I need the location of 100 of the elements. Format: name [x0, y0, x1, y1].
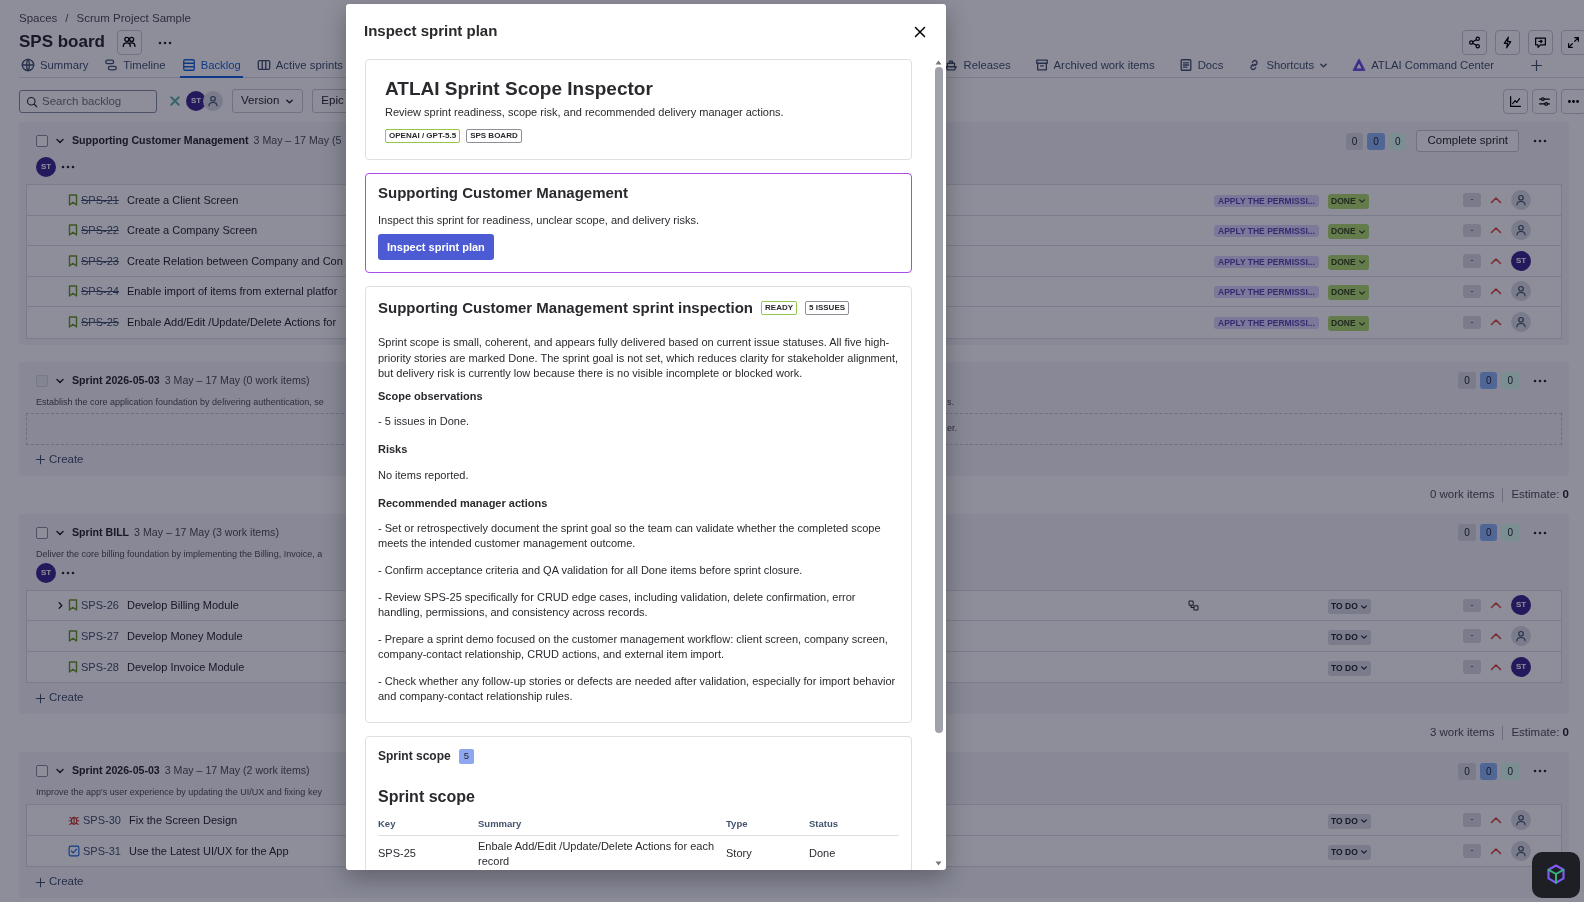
- status-dropdown[interactable]: DONE: [1328, 254, 1369, 270]
- avatar[interactable]: ST: [1511, 656, 1531, 677]
- chevron-down-icon: [1359, 848, 1368, 857]
- checkbox[interactable]: [36, 765, 48, 777]
- summary-paragraph: Sprint scope is small, coherent, and appears fully delivered based on current issue statuses. All five high-priority stories are marked Done. The sprint goal is not set, which reduces clarity for stakeholder alignment, but delivery risk is currently low because there is no visible incomplete or blocked work.: [378, 335, 899, 381]
- breadcrumb-link[interactable]: Scrum Project Sample: [76, 9, 191, 28]
- avatar-icon[interactable]: [1511, 840, 1531, 861]
- avatar[interactable]: ST: [1511, 250, 1531, 271]
- status-dropdown[interactable]: DONE: [1328, 285, 1369, 300]
- issue-key[interactable]: SPS-28: [81, 658, 127, 675]
- expand-icon: [1567, 35, 1580, 49]
- checkbox[interactable]: [36, 135, 48, 147]
- chevron-down-icon: [1357, 258, 1366, 267]
- avatar[interactable]: ST: [36, 157, 56, 177]
- more-icon: [1533, 530, 1547, 535]
- status-dropdown[interactable]: TO DO: [1328, 629, 1371, 645]
- create-button[interactable]: Create: [35, 450, 84, 469]
- avatar-icon[interactable]: [1511, 625, 1531, 646]
- status-dropdown[interactable]: TO DO: [1328, 660, 1371, 676]
- issue-key[interactable]: SPS-26: [81, 597, 127, 614]
- icon-button[interactable]: [1561, 88, 1584, 114]
- epic-tag[interactable]: APPLY THE PERMISSI...: [1214, 225, 1319, 238]
- priority-high-icon: [1490, 318, 1502, 327]
- tab[interactable]: Docs: [1176, 54, 1226, 78]
- issue-summary: Enable import of items from external platfor: [127, 284, 338, 299]
- ship-icon: [944, 58, 959, 72]
- avatar-icon[interactable]: [1511, 809, 1531, 830]
- count-badge: 0: [1479, 524, 1498, 541]
- tab[interactable]: ATLAI Command Center: [1350, 54, 1496, 78]
- inspect-button[interactable]: Inspect sprint plan: [378, 233, 494, 261]
- tab[interactable]: Summary: [19, 54, 91, 78]
- issue-key[interactable]: SPS-21: [81, 191, 127, 208]
- more-icon: [61, 165, 75, 169]
- avatar[interactable]: ST: [186, 91, 206, 111]
- tab[interactable]: Archived work items: [1032, 54, 1157, 78]
- more-button[interactable]: [1533, 139, 1547, 143]
- team-button[interactable]: [116, 29, 142, 55]
- more-button[interactable]: [1533, 530, 1547, 535]
- issue-key[interactable]: SPS-31: [83, 842, 129, 859]
- column-header: Key: [378, 814, 478, 836]
- section-heading: Risks: [378, 442, 409, 458]
- card-text: Inspect this sprint for readiness, unclear scope, and delivery risks.: [378, 213, 700, 229]
- filter-dropdown[interactable]: Version: [232, 89, 304, 113]
- tag: OPENAI / GPT-5.5: [385, 129, 461, 144]
- tag: SPS BOARD: [466, 129, 522, 144]
- epic-tag[interactable]: APPLY THE PERMISSI...: [1214, 194, 1319, 207]
- icon-button[interactable]: [1561, 29, 1584, 55]
- create-button[interactable]: Create: [35, 689, 84, 707]
- issue-key[interactable]: SPS-25: [81, 314, 127, 331]
- icon-button[interactable]: [1495, 29, 1520, 55]
- status-dropdown[interactable]: DONE: [1328, 316, 1369, 331]
- priority-high-icon: [1490, 226, 1502, 235]
- more-button[interactable]: [1533, 769, 1547, 773]
- tab[interactable]: Timeline: [102, 54, 168, 78]
- epic-tag[interactable]: APPLY THE PERMISSI...: [1214, 317, 1319, 330]
- more-button[interactable]: [61, 165, 75, 169]
- issue-key[interactable]: SPS-24: [81, 283, 127, 300]
- epic-tag[interactable]: APPLY THE PERMISSI...: [1214, 286, 1319, 299]
- people-icon: [122, 35, 137, 49]
- more-button[interactable]: [61, 570, 75, 575]
- close-button[interactable]: [914, 25, 926, 38]
- complete-sprint-button[interactable]: Complete sprint: [1416, 130, 1519, 152]
- icon-button[interactable]: [1528, 29, 1553, 55]
- estimate-badge: -: [1463, 315, 1481, 329]
- issue-key[interactable]: SPS-23: [81, 252, 127, 269]
- status-dropdown[interactable]: TO DO: [1328, 844, 1371, 860]
- search-field[interactable]: Search backlog: [19, 89, 157, 113]
- avatar-icon[interactable]: [1511, 220, 1531, 241]
- issue-summary: Use the Latest UI/UX for the App: [129, 843, 289, 859]
- more-button[interactable]: [1533, 378, 1547, 383]
- issue-key[interactable]: SPS-30: [83, 811, 129, 828]
- create-button[interactable]: Create: [35, 873, 84, 891]
- scrollbar[interactable]: [934, 67, 943, 733]
- issue-summary: Develop Invoice Module: [127, 659, 245, 675]
- issue-key[interactable]: SPS-27: [81, 627, 127, 644]
- status-dropdown[interactable]: TO DO: [1328, 813, 1371, 829]
- status-dropdown[interactable]: DONE: [1328, 224, 1369, 239]
- avatar-icon[interactable]: [1511, 281, 1531, 302]
- icon-button[interactable]: [1532, 88, 1557, 114]
- breadcrumb-link[interactable]: Spaces: [19, 9, 58, 28]
- icon-button[interactable]: [1462, 29, 1487, 55]
- estimate-badge: -: [1463, 598, 1481, 612]
- count-badge: 0: [1501, 762, 1519, 780]
- avatar[interactable]: ST: [1511, 595, 1531, 616]
- icon-button[interactable]: [1503, 88, 1528, 114]
- tab[interactable]: Backlog: [179, 54, 243, 78]
- checkbox[interactable]: [36, 526, 48, 539]
- tab[interactable]: Shortcuts: [1245, 54, 1331, 78]
- status-dropdown[interactable]: DONE: [1328, 193, 1369, 209]
- avatar-icon[interactable]: [1511, 189, 1531, 210]
- tab[interactable]: Active sprints: [254, 54, 345, 78]
- assistant-button[interactable]: [1532, 852, 1580, 898]
- issue-summary: Develop Money Module: [127, 628, 243, 644]
- avatar[interactable]: ST: [36, 562, 56, 583]
- tab[interactable]: Releases: [942, 54, 1013, 78]
- avatar-icon[interactable]: [203, 91, 223, 111]
- epic-tag[interactable]: APPLY THE PERMISSI...: [1214, 255, 1319, 268]
- avatar-icon[interactable]: [1511, 312, 1531, 333]
- status-dropdown[interactable]: TO DO: [1328, 599, 1371, 614]
- issue-key[interactable]: SPS-22: [81, 222, 127, 239]
